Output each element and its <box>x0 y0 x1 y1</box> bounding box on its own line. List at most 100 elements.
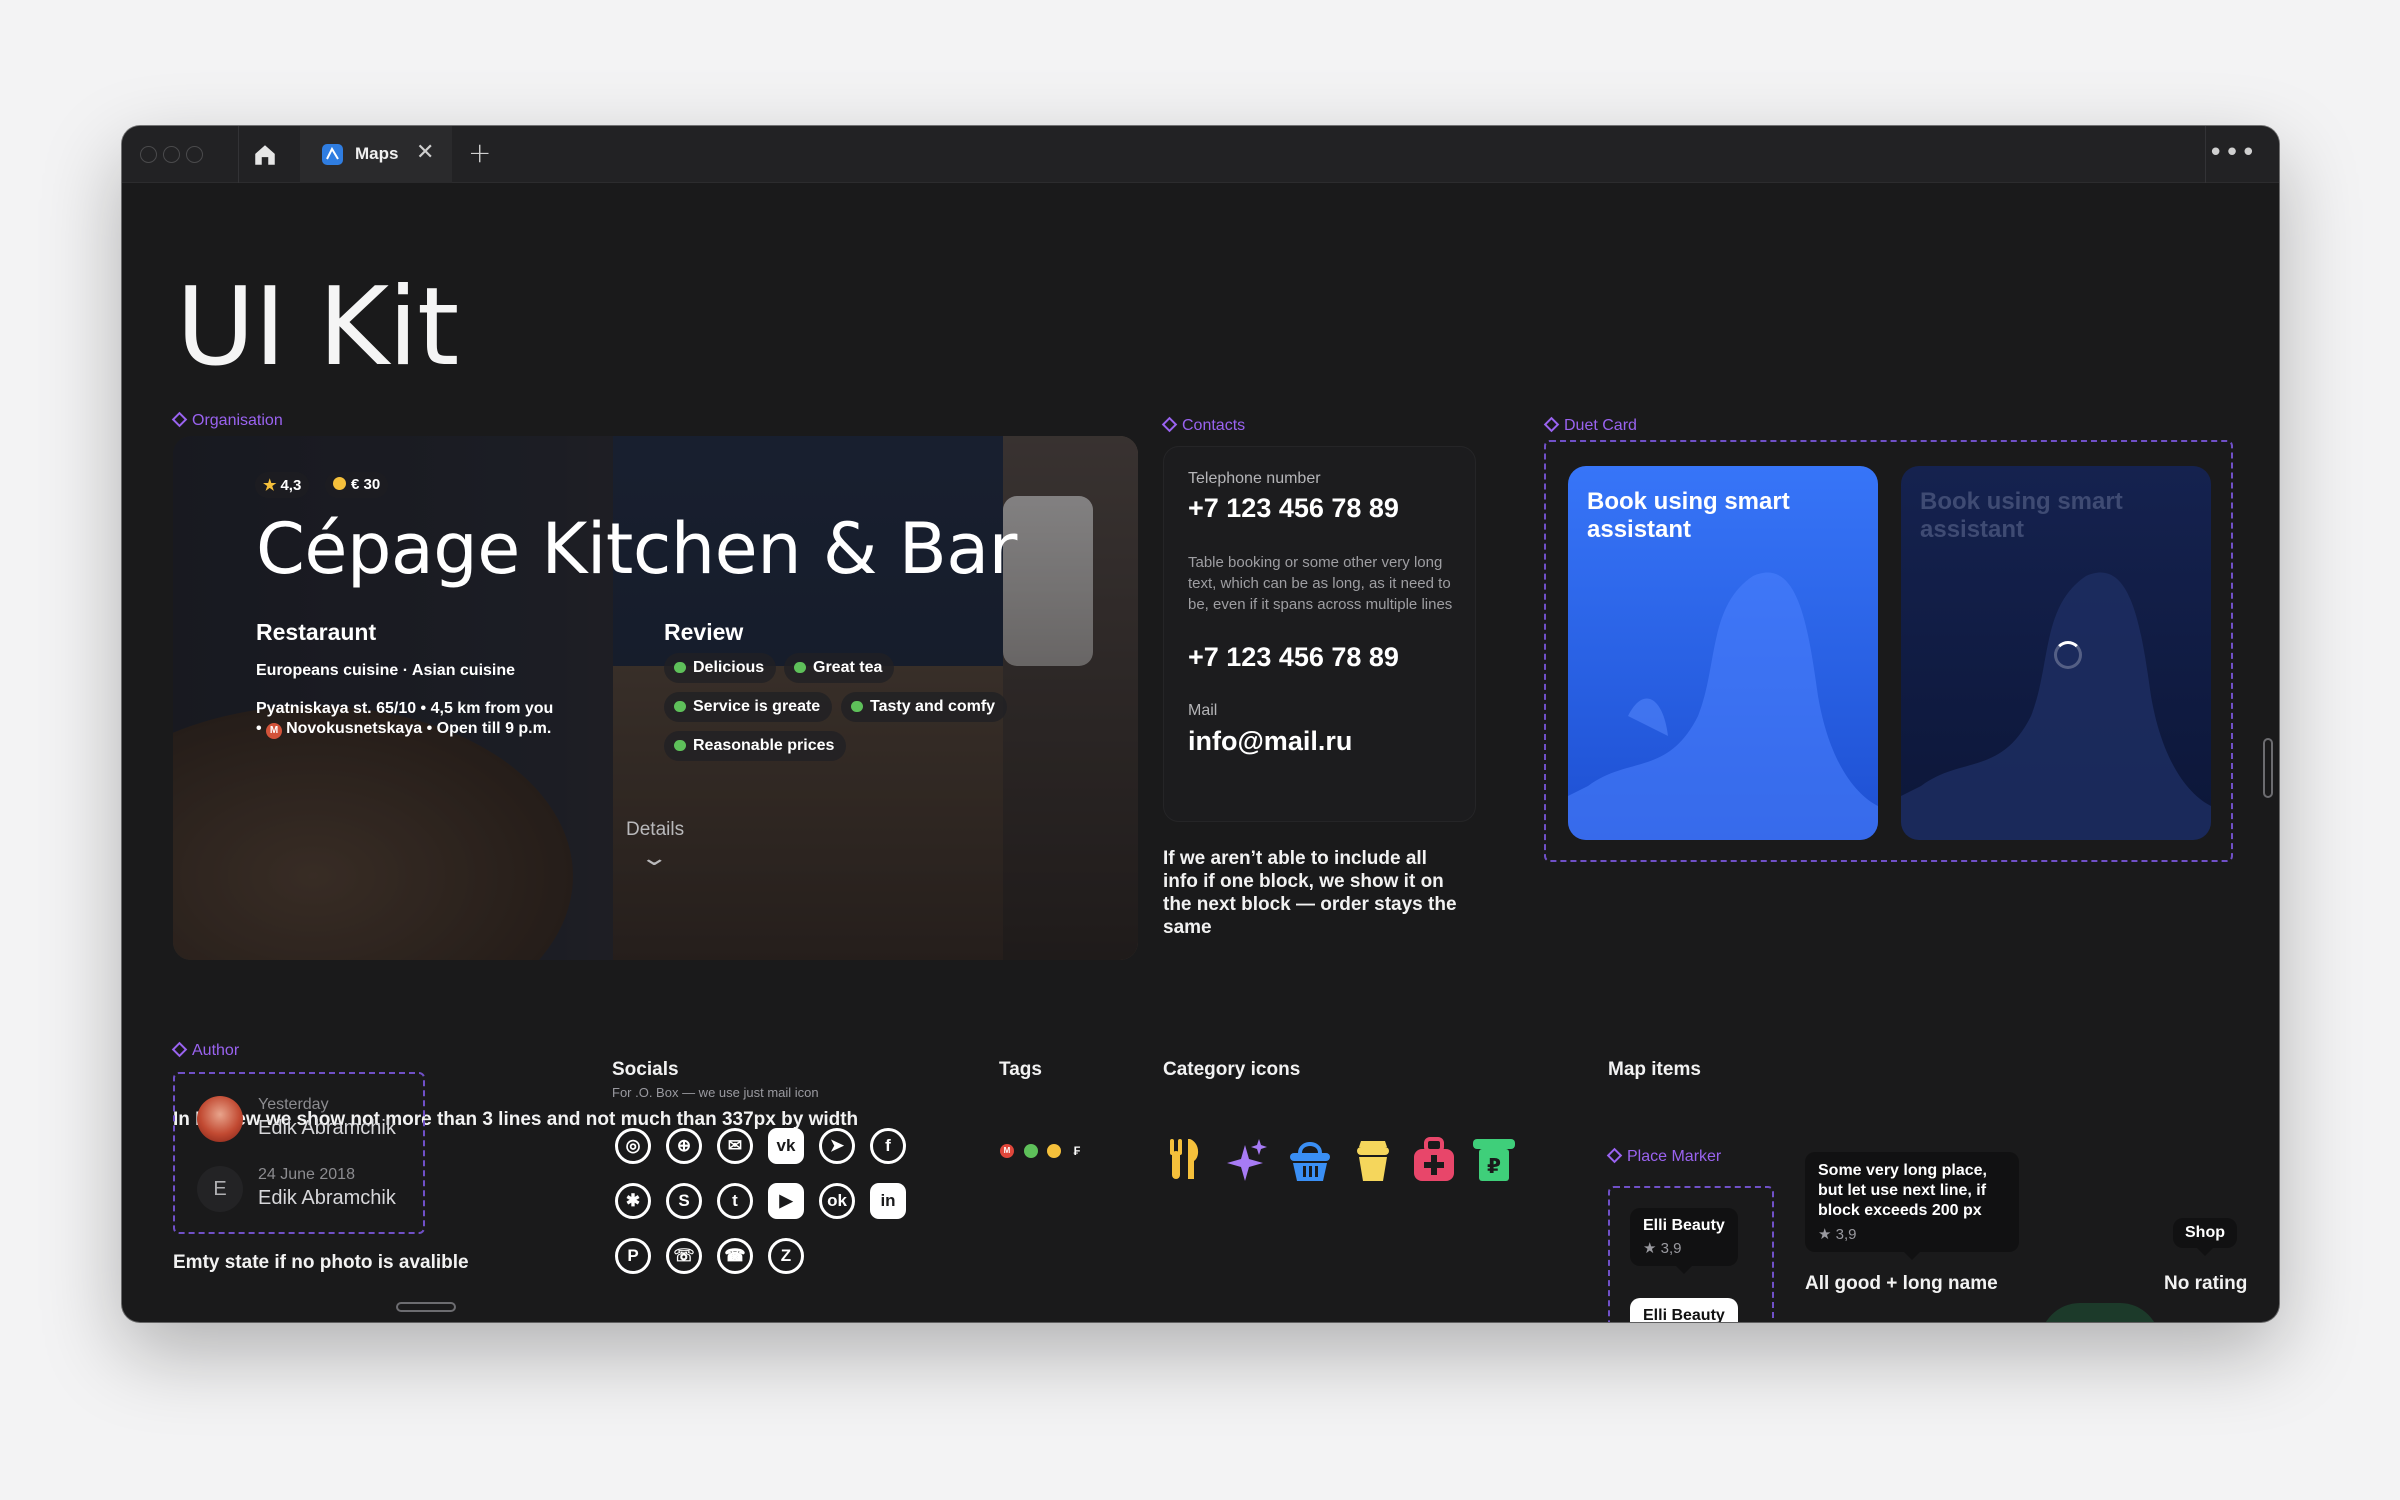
component-icon <box>1543 416 1560 433</box>
youtube-icon[interactable]: ▶ <box>768 1183 804 1219</box>
maximize-window-button[interactable] <box>186 146 203 163</box>
author-name: Edik Abramchik <box>258 1187 396 1209</box>
map-decoration <box>2040 1303 2160 1322</box>
first-aid-icon <box>1414 1137 1454 1181</box>
review-title: Review <box>664 619 744 645</box>
organisation-metro-line: • M Novokusnetskaya • Open till 9 p.m. <box>256 720 552 739</box>
horizontal-scrollbar[interactable] <box>396 1302 456 1312</box>
duet-card-title: Book using smart assistant <box>1587 488 1790 543</box>
contacts-component-label: Contacts <box>1161 416 1245 435</box>
duet-card-default[interactable]: Book using smart assistant <box>1568 466 1878 840</box>
instagram-icon[interactable]: ◎ <box>615 1128 651 1164</box>
star-icon: ★ <box>263 477 277 494</box>
pinterest-icon[interactable]: P <box>615 1238 651 1274</box>
marker-name: Shop <box>2185 1224 2225 1241</box>
price-chip: € 30 <box>325 472 389 498</box>
more-menu-button[interactable]: ••• <box>2208 138 2257 168</box>
duet-card-title: Book using smart assistant <box>1920 488 2123 543</box>
marker-name: Elli Beauty <box>1643 1307 1725 1322</box>
review-bubble-icon <box>674 662 686 673</box>
tags-title: Tags <box>999 1059 1042 1080</box>
titlebar-divider <box>2205 126 2206 183</box>
sparkle-icon <box>1227 1139 1267 1181</box>
skype-icon[interactable]: S <box>666 1183 702 1219</box>
app-window: Maps ✕ + ••• UI Kit Organisation ★ 4,3 € … <box>122 126 2279 1322</box>
vertical-scrollbar[interactable] <box>2263 738 2273 798</box>
review-bubble-icon <box>794 662 806 673</box>
category-icons-title: Category icons <box>1163 1059 1301 1080</box>
rating-chip: ★ 4,3 <box>255 472 310 498</box>
viber-icon[interactable]: ☎ <box>717 1238 753 1274</box>
telegram-icon[interactable]: ➤ <box>819 1128 855 1164</box>
place-marker[interactable]: Elli Beauty ★ 3,9 <box>1630 1208 1738 1274</box>
duet-component-label: Duet Card <box>1543 416 1637 435</box>
review-chip: Tasty and comfy <box>841 692 1008 722</box>
phone-label: Telephone number <box>1188 470 1321 487</box>
minimize-window-button[interactable] <box>163 146 180 163</box>
phone-description: Table booking or some other very long te… <box>1188 554 1453 613</box>
review-bubble-icon <box>851 701 863 712</box>
place-marker-long[interactable]: Some very long place, but let use next l… <box>1805 1152 2019 1260</box>
organisation-cuisine: Europeans cuisine · Asian cuisine <box>256 662 516 679</box>
odnoklassniki-icon[interactable]: ok <box>819 1183 855 1219</box>
ruble-tag-icon: ₣ <box>1073 1144 1081 1158</box>
review-bubble-icon <box>674 740 686 751</box>
svg-text:₽: ₽ <box>1487 1154 1501 1178</box>
linkedin-icon[interactable]: in <box>870 1183 906 1219</box>
yelp-icon[interactable]: ✱ <box>615 1183 651 1219</box>
page-title: UI Kit <box>176 265 459 390</box>
new-tab-button[interactable]: + <box>468 136 491 169</box>
cup-icon <box>1357 1141 1389 1181</box>
place-marker-frame: Elli Beauty ★ 3,9 Elli Beauty <box>1608 1186 1774 1322</box>
title-bar: Maps ✕ + ••• <box>122 126 2279 183</box>
review-chip: Reasonable prices <box>664 731 847 761</box>
phone-number-second[interactable]: +7 123 456 78 89 <box>1188 642 1399 673</box>
place-marker-no-rating[interactable]: Shop <box>2173 1218 2237 1256</box>
chat-tag-icon <box>1024 1144 1038 1158</box>
organisation-address: Pyatniskaya st. 65/10 • 4,5 km from you <box>256 700 554 717</box>
vk-icon[interactable]: vk <box>768 1128 804 1164</box>
marker-long-name: Some very long place, but let use next l… <box>1818 1162 1987 1219</box>
tab-label: Maps <box>355 144 399 163</box>
details-button[interactable]: Details <box>626 819 684 841</box>
component-icon <box>171 1041 188 1058</box>
tab-close-button[interactable]: ✕ <box>416 140 434 165</box>
mail-icon[interactable]: ✉ <box>717 1128 753 1164</box>
component-icon <box>1161 416 1178 433</box>
tab-maps[interactable]: Maps ✕ <box>300 126 452 183</box>
twitter-icon[interactable]: t <box>717 1183 753 1219</box>
phone-number[interactable]: +7 123 456 78 89 <box>1188 493 1399 524</box>
whatsapp-icon[interactable]: ☏ <box>666 1238 702 1274</box>
globe-icon[interactable]: ⊕ <box>666 1128 702 1164</box>
home-icon <box>255 145 275 165</box>
place-marker-selected[interactable]: Elli Beauty <box>1630 1298 1738 1322</box>
author-date: 24 June 2018 <box>258 1166 355 1183</box>
coin-icon <box>333 477 346 490</box>
duet-card-loading[interactable]: Book using smart assistant <box>1901 466 2211 840</box>
organisation-name: Cépage Kitchen & Bar <box>256 508 1017 590</box>
place-marker-component-label: Place Marker <box>1606 1147 1721 1166</box>
payment-terminal-icon: ₽ <box>1473 1139 1515 1181</box>
metro-icon: M <box>266 723 283 739</box>
home-button[interactable] <box>252 142 278 168</box>
map-caption-good: All good + long name <box>1805 1273 1998 1294</box>
author-note: Emty state if no photo is avalible <box>173 1252 469 1273</box>
map-items-title: Map items <box>1608 1059 1701 1080</box>
marker-tail <box>1904 1252 1920 1260</box>
star-icon: ★ <box>1818 1226 1836 1243</box>
chevron-down-icon[interactable]: ⌄ <box>639 846 669 871</box>
yandex-zen-icon[interactable]: Z <box>768 1238 804 1274</box>
author-component-label: Author <box>171 1041 239 1060</box>
review-chip: Service is greate <box>664 692 833 722</box>
facebook-icon[interactable]: f <box>870 1128 906 1164</box>
mail-address[interactable]: info@mail.ru <box>1188 726 1352 757</box>
socials-title: Socials <box>612 1059 679 1080</box>
basket-icon <box>1290 1142 1330 1181</box>
mail-label: Mail <box>1188 702 1218 719</box>
organisation-card[interactable]: ★ 4,3 € 30 Cépage Kitchen & Bar Restaraun… <box>173 436 1138 960</box>
marker-tail <box>2197 1248 2213 1256</box>
review-chip: Delicious <box>664 653 777 683</box>
avatar <box>197 1096 243 1142</box>
close-window-button[interactable] <box>140 146 157 163</box>
marker-name: Elli Beauty <box>1643 1217 1725 1234</box>
